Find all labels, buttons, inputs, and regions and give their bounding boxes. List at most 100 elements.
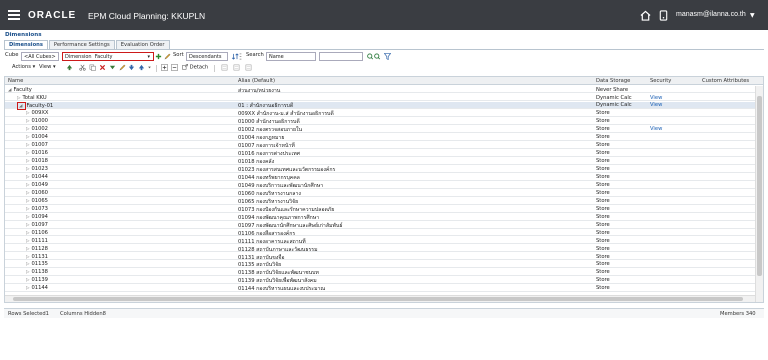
- table-row[interactable]: ◢ Faculty-01 01 : สำนักงานอธิการบดี Dynamic…: [5, 101, 755, 111]
- scroll-thumb[interactable]: [757, 96, 762, 276]
- sort-select[interactable]: Descendants: [186, 52, 228, 61]
- expand-icon[interactable]: [161, 64, 168, 71]
- edit-icon[interactable]: [164, 53, 171, 60]
- expand-triangle-icon[interactable]: ▷: [26, 231, 29, 236]
- search-field-select[interactable]: Name: [266, 52, 316, 61]
- table-row[interactable]: ▷ 01002 01002 กองตรวจสอบภายใน Store View: [5, 126, 755, 133]
- col-header-name[interactable]: Name: [8, 78, 23, 84]
- expand-triangle-icon[interactable]: ▷: [26, 247, 29, 252]
- table-row[interactable]: ◢ Faculty ส่วนงาน/หน่วยงาน Never Share: [5, 86, 755, 94]
- table-row[interactable]: ▷ 01128 01128 สถาบันภาษาและวัฒนธรรม Store: [5, 245, 755, 253]
- detach-button[interactable]: Detach: [182, 64, 208, 71]
- tab-dimensions[interactable]: Dimensions: [4, 40, 48, 49]
- expand-triangle-icon[interactable]: ▷: [26, 167, 29, 172]
- edit-member-icon[interactable]: [119, 64, 126, 71]
- col-header-security[interactable]: Security: [650, 78, 671, 84]
- table-row[interactable]: ▷ 01073 01073 กองป้องกันและรักษาความปลอดภั…: [5, 205, 755, 213]
- table-row[interactable]: ▷ 01106 01106 กองสื่อสารองค์กร Store: [5, 229, 755, 237]
- chevron-down-icon[interactable]: ▼: [750, 12, 755, 19]
- collapse-triangle-icon[interactable]: ◢: [8, 88, 11, 93]
- security-link[interactable]: View: [650, 126, 700, 132]
- sort-icon[interactable]: [231, 53, 243, 60]
- expand-triangle-icon[interactable]: ▷: [26, 278, 29, 283]
- table-row[interactable]: ▷ 01049 01049 กองบริการและพัฒนานักศึกษา Sto…: [5, 181, 755, 189]
- table-row[interactable]: ▷ Total KKU Dynamic Calc View: [5, 94, 755, 102]
- add-icon[interactable]: [155, 53, 162, 60]
- table-row[interactable]: ▷ 01131 01131 สถาบันขงจื่อ Store: [5, 253, 755, 261]
- expand-triangle-icon[interactable]: ▷: [26, 207, 29, 212]
- col-header-custom-attributes[interactable]: Custom Attributes: [702, 78, 749, 84]
- expand-triangle-icon[interactable]: ▷: [26, 143, 29, 148]
- table-row[interactable]: ▷ 01000 01000 สำนักงานอธิการบดี Store: [5, 118, 755, 125]
- expand-triangle-icon[interactable]: ▷: [26, 183, 29, 188]
- collapse-icon[interactable]: [171, 64, 178, 71]
- expand-triangle-icon[interactable]: ▷: [26, 239, 29, 244]
- dimension-select[interactable]: Dimension Faculty ▾: [62, 52, 154, 61]
- expand-triangle-icon[interactable]: ▷: [26, 151, 29, 156]
- shift-up-icon[interactable]: [138, 64, 145, 71]
- filter-icon[interactable]: [384, 53, 391, 60]
- expand-triangle-icon[interactable]: ▷: [26, 262, 29, 267]
- search-nav-icon[interactable]: [365, 53, 385, 60]
- import-icon[interactable]: [221, 64, 228, 71]
- expand-triangle-icon[interactable]: ▷: [26, 159, 29, 164]
- col-header-alias[interactable]: Alias (Default): [238, 78, 275, 84]
- table-row[interactable]: ▷ 01094 01094 กองพัฒนาคุณภาพการศึกษา Store: [5, 213, 755, 221]
- security-link[interactable]: View: [650, 102, 700, 108]
- expand-triangle-icon[interactable]: ▷: [26, 223, 29, 228]
- table-row[interactable]: ▷ 01060 01060 กองบริหารงานกลาง Store: [5, 189, 755, 197]
- view-menu[interactable]: View ▾: [39, 64, 56, 70]
- expand-triangle-icon[interactable]: ▷: [26, 127, 29, 132]
- table-row[interactable]: ▷ 01144 01144 กองบริหารแผนและงบประมาณ Store: [5, 285, 755, 292]
- cut-icon[interactable]: [79, 64, 86, 71]
- export-icon[interactable]: [233, 64, 240, 71]
- tab-evaluation-order[interactable]: Evaluation Order: [115, 40, 170, 49]
- table-row[interactable]: ▷ 01111 01111 กองอาคารและสถานที่ Store: [5, 237, 755, 245]
- expand-triangle-icon[interactable]: ▷: [26, 135, 29, 140]
- table-row[interactable]: ▷ 009XX 009XX สำนักงาน-ม.ส่ สำนักงานอธิการ…: [5, 110, 755, 117]
- table-row[interactable]: ▷ 01139 01139 สถาบันวิจัยเพื่อพัฒนาสังคม St…: [5, 277, 755, 284]
- menu-icon[interactable]: [8, 10, 20, 20]
- expand-triangle-icon[interactable]: ▷: [17, 96, 20, 101]
- col-header-data-storage[interactable]: Data Storage: [596, 78, 630, 84]
- expand-triangle-icon[interactable]: ▷: [26, 199, 29, 204]
- shift-down-icon[interactable]: [128, 64, 135, 71]
- table-row[interactable]: ▷ 01007 01007 กองการเจ้าหน้าที่ Store: [5, 142, 755, 149]
- table-row[interactable]: ▷ 01016 01016 กองการต่างประเทศ Store: [5, 150, 755, 157]
- horizontal-scrollbar[interactable]: [5, 295, 755, 302]
- collapse-triangle-icon[interactable]: ◢: [19, 104, 22, 109]
- delete-icon[interactable]: [99, 64, 106, 71]
- actions-menu[interactable]: Actions ▾: [12, 64, 35, 70]
- expand-triangle-icon[interactable]: ▷: [26, 215, 29, 220]
- print-icon[interactable]: [245, 64, 252, 71]
- vertical-scrollbar[interactable]: [755, 86, 763, 302]
- expand-triangle-icon[interactable]: ▷: [26, 286, 29, 291]
- table-row[interactable]: ▷ 01023 01023 กองสารสนเทศและนวัตกรรมองค์กร…: [5, 166, 755, 173]
- user-menu[interactable]: manasm@ilanna.co.th: [676, 11, 746, 18]
- member-name-cell: ▷ 01138: [5, 269, 237, 275]
- expand-triangle-icon[interactable]: ▷: [26, 191, 29, 196]
- scroll-thumb[interactable]: [13, 297, 743, 301]
- cube-select[interactable]: <All Cubes>: [21, 52, 59, 61]
- table-row[interactable]: ▷ 01135 01135 สถาบันวิจัย Store: [5, 261, 755, 268]
- search-input[interactable]: [319, 52, 363, 61]
- move-up-icon[interactable]: [66, 64, 73, 71]
- table-row[interactable]: ▷ 01018 01018 กองคลัง Store: [5, 158, 755, 165]
- expand-triangle-icon[interactable]: ▷: [26, 270, 29, 275]
- expand-triangle-icon[interactable]: ▷: [26, 255, 29, 260]
- expand-triangle-icon[interactable]: ▷: [26, 175, 29, 180]
- security-link[interactable]: View: [650, 95, 700, 101]
- add-child-icon[interactable]: [109, 64, 116, 71]
- table-row[interactable]: ▷ 01138 01138 สถาบันวิจัยและพัฒนาชนบท Store: [5, 269, 755, 276]
- table-row[interactable]: ▷ 01004 01004 กองกฎหมาย Store: [5, 134, 755, 141]
- home-icon[interactable]: [640, 10, 651, 21]
- expand-triangle-icon[interactable]: ▷: [26, 111, 29, 116]
- table-row[interactable]: ▷ 01065 01065 กองบริหารงานวิจัย Store: [5, 197, 755, 205]
- chevron-down-icon[interactable]: [147, 64, 152, 71]
- accessibility-icon[interactable]: [658, 10, 669, 21]
- table-row[interactable]: ▷ 01097 01097 กองพัฒนานักศึกษาและศิษย์เก่า…: [5, 221, 755, 229]
- copy-icon[interactable]: [89, 64, 96, 71]
- tab-performance-settings[interactable]: Performance Settings: [48, 40, 115, 49]
- table-row[interactable]: ▷ 01044 01044 กองทรัพยากรบุคคล Store: [5, 173, 755, 181]
- expand-triangle-icon[interactable]: ▷: [26, 119, 29, 124]
